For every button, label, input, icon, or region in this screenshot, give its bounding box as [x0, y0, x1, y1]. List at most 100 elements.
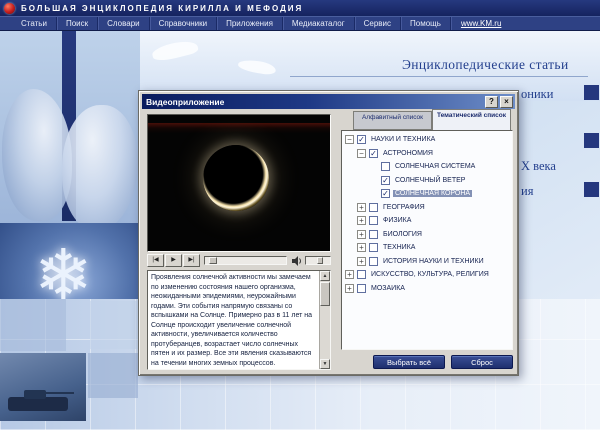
menubar: СтатьиПоискСловариСправочникиПриложенияМ…: [0, 16, 600, 31]
checkbox-unchecked-icon[interactable]: [357, 284, 366, 293]
speaker-icon[interactable]: [291, 255, 304, 267]
description-textbox: Проявления солнечной активности мы замеч…: [147, 270, 331, 370]
km-logo-icon: [4, 3, 15, 14]
volume-slider-thumb[interactable]: [317, 257, 323, 264]
tree-item-label: ТЕХНИКА: [381, 244, 417, 251]
km-ru-link[interactable]: www.KM.ru: [451, 19, 511, 28]
step-forward-button[interactable]: ▶|: [183, 254, 200, 267]
checkbox-checked-icon[interactable]: ✓: [381, 176, 390, 185]
section-heading: Энциклопедические статьи: [402, 57, 569, 73]
photo-tile: [88, 353, 138, 398]
app-title: БОЛЬШАЯ ЭНЦИКЛОПЕДИЯ КИРИЛЛА И МЕФОДИЯ: [21, 4, 303, 13]
tree-item[interactable]: + ИСКУССТВО, КУЛЬТУРА, РЕЛИГИЯ: [342, 268, 512, 282]
scroll-down-icon[interactable]: ▼: [320, 359, 330, 369]
tree-item-label: ГЕОГРАФИЯ: [381, 204, 427, 211]
expand-icon[interactable]: +: [345, 270, 354, 279]
checkbox-unchecked-icon[interactable]: [381, 162, 390, 171]
checkbox-unchecked-icon[interactable]: [369, 203, 378, 212]
checkbox-unchecked-icon[interactable]: [357, 270, 366, 279]
tree-item[interactable]: ✓СОЛНЕЧНЫЙ ВЕТЕР: [342, 174, 512, 188]
solar-eclipse-frame: [203, 145, 269, 211]
list-tabs: Алфавитный список Тематический список: [353, 109, 511, 130]
tree-item-label: АСТРОНОМИЯ: [381, 150, 435, 157]
expand-icon[interactable]: +: [345, 284, 354, 293]
collapse-icon[interactable]: −: [357, 149, 366, 158]
tank-silhouette: [8, 397, 68, 411]
scroll-up-icon[interactable]: ▲: [320, 271, 330, 281]
nav-square-bullet[interactable]: [584, 182, 599, 197]
scrollbar-thumb[interactable]: [320, 282, 330, 306]
menubar-items: СтатьиПоискСловариСправочникиПриложенияМ…: [12, 17, 451, 30]
menu-item-applications[interactable]: Приложения: [217, 17, 283, 30]
checkbox-unchecked-icon[interactable]: [369, 257, 378, 266]
checkbox-checked-icon[interactable]: ✓: [357, 135, 366, 144]
tree-item[interactable]: −✓АСТРОНОМИЯ: [342, 147, 512, 161]
photo-tile: [90, 301, 138, 349]
expand-icon[interactable]: +: [357, 216, 366, 225]
nav-text-fragment[interactable]: ия: [521, 184, 533, 199]
menu-item-help[interactable]: Помощь: [401, 17, 451, 30]
checkbox-checked-icon[interactable]: ✓: [381, 189, 390, 198]
vertical-scrollbar[interactable]: ▲ ▼: [319, 271, 330, 369]
collapse-icon[interactable]: −: [345, 135, 354, 144]
tab-thematic-list[interactable]: Тематический список: [432, 109, 511, 130]
tank-silhouette: [44, 392, 74, 394]
expand-icon[interactable]: +: [357, 230, 366, 239]
expand-icon[interactable]: +: [357, 243, 366, 252]
menu-item-media-catalog[interactable]: Медиакаталог: [283, 17, 355, 30]
tree-item-label: БИОЛОГИЯ: [381, 231, 424, 238]
tree-item-label: ИСКУССТВО, КУЛЬТУРА, РЕЛИГИЯ: [369, 271, 491, 278]
seek-slider-thumb[interactable]: [209, 257, 217, 264]
tree-item[interactable]: + ГЕОГРАФИЯ: [342, 201, 512, 215]
nav-text-fragment[interactable]: X века: [521, 159, 556, 174]
step-back-button[interactable]: |◀: [147, 254, 164, 267]
menu-item-dictionaries[interactable]: Словари: [98, 17, 150, 30]
app-titlebar: БОЛЬШАЯ ЭНЦИКЛОПЕДИЯ КИРИЛЛА И МЕФОДИЯ: [0, 0, 600, 16]
tree-item[interactable]: + ИСТОРИЯ НАУКИ И ТЕХНИКИ: [342, 255, 512, 269]
checkbox-unchecked-icon[interactable]: [369, 216, 378, 225]
tree-item[interactable]: СОЛНЕЧНАЯ СИСТЕМА: [342, 160, 512, 174]
dialog-titlebar[interactable]: Видеоприложение ? ×: [142, 94, 515, 109]
tree-item-label: СОЛНЕЧНЫЙ ВЕТЕР: [393, 177, 467, 184]
tab-alphabetical-list[interactable]: Алфавитный список: [353, 111, 432, 130]
application-window: БОЛЬШАЯ ЭНЦИКЛОПЕДИЯ КИРИЛЛА И МЕФОДИЯ С…: [0, 0, 600, 430]
photo-tile: [0, 299, 66, 351]
category-tree: −✓НАУКИ И ТЕХНИКА−✓АСТРОНОМИЯСОЛНЕЧНАЯ С…: [341, 130, 513, 350]
checkbox-checked-icon[interactable]: ✓: [369, 149, 378, 158]
player-controls: |◀▶▶|: [147, 254, 331, 267]
heading-divider: [290, 76, 588, 77]
description-text: Проявления солнечной активности мы замеч…: [151, 273, 316, 367]
tree-item[interactable]: ✓СОЛНЕЧНАЯ КОРОНА: [342, 187, 512, 201]
close-button[interactable]: ×: [500, 96, 513, 108]
expand-icon[interactable]: +: [357, 257, 366, 266]
menu-item-reference-books[interactable]: Справочники: [150, 17, 217, 30]
help-button[interactable]: ?: [485, 96, 498, 108]
tank-photo-tile: [0, 353, 86, 421]
tree-item[interactable]: + МОЗАИКА: [342, 282, 512, 296]
tree-item[interactable]: −✓НАУКИ И ТЕХНИКА: [342, 133, 512, 147]
nav-square-bullet[interactable]: [584, 85, 599, 100]
tree-item-label: МОЗАИКА: [369, 285, 407, 292]
reset-button[interactable]: Сброс: [451, 355, 513, 369]
menu-item-service[interactable]: Сервис: [355, 17, 401, 30]
video-application-dialog: Видеоприложение ? × |◀▶▶| Про: [138, 90, 519, 376]
tree-item[interactable]: + ФИЗИКА: [342, 214, 512, 228]
tree-item-label: ФИЗИКА: [381, 217, 413, 224]
nav-text-fragment[interactable]: оники: [521, 87, 553, 102]
tree-item[interactable]: + ТЕХНИКА: [342, 241, 512, 255]
solar-flare-glow: [148, 123, 330, 133]
expand-icon[interactable]: +: [357, 203, 366, 212]
checkbox-unchecked-icon[interactable]: [369, 243, 378, 252]
seek-slider[interactable]: [204, 256, 287, 265]
volume-slider[interactable]: [305, 256, 331, 265]
nav-square-bullet[interactable]: [584, 133, 599, 148]
select-all-button[interactable]: Выбрать всё: [373, 355, 445, 369]
tree-item[interactable]: + БИОЛОГИЯ: [342, 228, 512, 242]
checkbox-unchecked-icon[interactable]: [369, 230, 378, 239]
tree-item-label: ИСТОРИЯ НАУКИ И ТЕХНИКИ: [381, 258, 486, 265]
play-button[interactable]: ▶: [165, 254, 182, 267]
video-player-screen[interactable]: [147, 114, 331, 252]
menu-item-articles[interactable]: Статьи: [12, 17, 57, 30]
menu-item-search[interactable]: Поиск: [57, 17, 98, 30]
tree-item-label: НАУКИ И ТЕХНИКА: [369, 136, 437, 143]
